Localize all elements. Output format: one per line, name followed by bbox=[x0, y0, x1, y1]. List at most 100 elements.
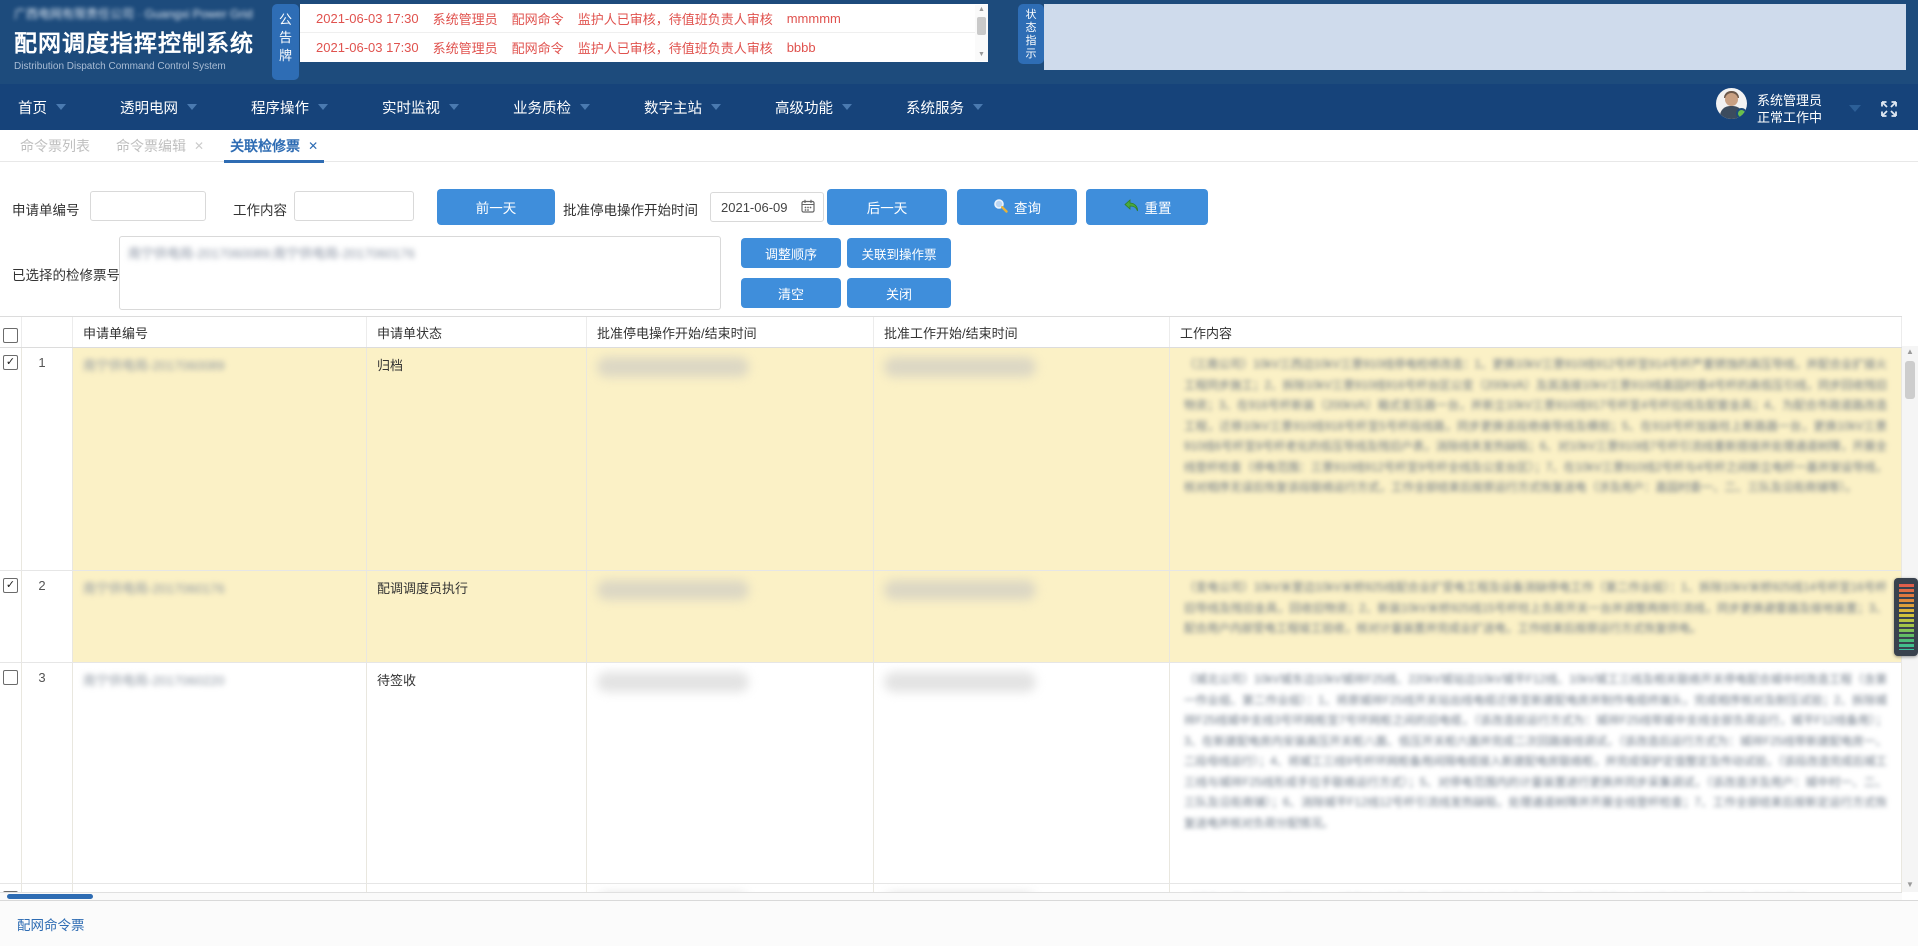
next-day-button[interactable]: 后一天 bbox=[827, 189, 947, 225]
cell-request-no: 南宁供电局-2017060089 bbox=[73, 348, 367, 570]
selected-tickets-textarea[interactable]: 南宁供电局-2017060089;南宁供电局-2017060176 bbox=[119, 236, 721, 310]
table-header-row: 申请单编号申请单状态批准停电操作开始/结束时间批准工作开始/结束时间工作内容 bbox=[0, 317, 1902, 348]
tab-命令票列表[interactable]: 命令票列表 bbox=[20, 130, 90, 162]
horizontal-scroll-thumb[interactable] bbox=[7, 894, 93, 899]
announcement-status: 监护人已审核，待值班负责人审核 bbox=[578, 9, 773, 28]
reset-button-label: 重置 bbox=[1145, 197, 1172, 217]
cell-outage-time bbox=[587, 663, 874, 883]
announcement-scrollbar[interactable]: ▲ ▼ bbox=[975, 5, 988, 61]
row-checkbox-cell: ✓ bbox=[0, 348, 22, 570]
user-avatar[interactable] bbox=[1716, 88, 1747, 119]
user-status: 正常工作中 bbox=[1757, 109, 1822, 126]
tab-关联检修票[interactable]: 关联检修票 ✕ bbox=[230, 130, 318, 162]
chevron-down-icon bbox=[56, 104, 66, 110]
table-row-3[interactable]: 3南宁供电局-2017060220待签收（城北公司）10kV城东边10kV城祥F… bbox=[0, 663, 1902, 884]
request-no-text: 南宁供电局-2017060089 bbox=[83, 355, 356, 374]
request-no-text: 南宁供电局-2017060176 bbox=[83, 578, 356, 597]
cell-request-status: 待签收 bbox=[367, 663, 587, 883]
row-checkbox-cell: ✓ bbox=[0, 571, 22, 662]
query-button[interactable]: 查询 bbox=[957, 189, 1077, 225]
date-input[interactable]: 2021-06-09 bbox=[710, 192, 824, 222]
cell-work-content: （变电公司）10kV米里边10kV米桥925线配合业扩受电工程及设备消缺停电工作… bbox=[1170, 571, 1902, 662]
clear-button[interactable]: 清空 bbox=[741, 278, 841, 308]
user-menu-caret-icon[interactable] bbox=[1849, 105, 1861, 112]
header-cell-5: 工作内容 bbox=[1170, 317, 1902, 347]
nav-item-6[interactable]: 数字主站 bbox=[644, 97, 721, 118]
cell-request-status: 配调调度员执行 bbox=[367, 571, 587, 662]
announcement-note: mmmmm bbox=[787, 11, 841, 26]
announcement-type: 配网命令 bbox=[512, 9, 564, 28]
cell-work-content: （三南公司）10kV三西边10kV三景910线停电检修改造：1、更换10kV三景… bbox=[1170, 348, 1902, 570]
vertical-scroll-thumb[interactable] bbox=[1905, 361, 1915, 399]
approved-outage-start-label: 批准停电操作开始时间 bbox=[563, 199, 698, 219]
reset-button[interactable]: 重置 bbox=[1086, 189, 1208, 225]
row-checkbox[interactable]: ✓ bbox=[3, 578, 18, 593]
table-row-2[interactable]: ✓ 2 南宁供电局-2017060176 配调调度员执行 （变电公司）10kV米里边10… bbox=[0, 571, 1902, 663]
fullscreen-icon[interactable] bbox=[1879, 99, 1899, 119]
request-no-input[interactable] bbox=[90, 191, 206, 221]
footer-bar: 配网命令票 bbox=[0, 900, 1918, 946]
tab-label: 命令票列表 bbox=[20, 136, 90, 156]
link-to-operation-ticket-button[interactable]: 关联到操作票 bbox=[847, 238, 951, 268]
work-content-input[interactable] bbox=[294, 191, 414, 221]
tab-命令票编辑[interactable]: 命令票编辑✕ bbox=[116, 130, 204, 162]
announcement-user: 系统管理员 bbox=[433, 9, 498, 28]
work-content-label: 工作内容 bbox=[233, 199, 287, 219]
nav-item-label: 程序操作 bbox=[251, 97, 309, 118]
cell-request-status: 归档 bbox=[367, 348, 587, 570]
selected-tickets-value-blurred: 南宁供电局-2017060089;南宁供电局-2017060176 bbox=[128, 243, 712, 262]
nav-item-2[interactable]: 透明电网 bbox=[120, 97, 197, 118]
announcement-status: 监护人已审核，待值班负责人审核 bbox=[578, 38, 773, 57]
status-indicator-tab[interactable]: 状态指示 bbox=[1018, 4, 1044, 64]
date-value: 2021-06-09 bbox=[721, 200, 788, 215]
row-checkbox[interactable] bbox=[3, 670, 18, 685]
row-checkbox[interactable]: ✓ bbox=[3, 355, 18, 370]
row-number: 1 bbox=[22, 348, 73, 570]
nav-item-7[interactable]: 高级功能 bbox=[775, 97, 852, 118]
footer-link-dispatch-ticket[interactable]: 配网命令票 bbox=[17, 914, 85, 934]
redacted-time-blur bbox=[597, 357, 749, 377]
announcement-board: 2021-06-03 17:30 系统管理员配网命令监护人已审核，待值班负责人审核… bbox=[300, 4, 988, 62]
user-info[interactable]: 系统管理员 正常工作中 bbox=[1757, 92, 1822, 126]
close-icon[interactable]: ✕ bbox=[194, 139, 204, 153]
nav-item-label: 透明电网 bbox=[120, 97, 178, 118]
table-row-1[interactable]: ✓ 1 南宁供电局-2017060089 归档 （三南公司）10kV三西边10kV三景9… bbox=[0, 348, 1902, 571]
announcement-scroll-thumb[interactable] bbox=[977, 17, 986, 35]
cell-request-no: 南宁供电局-2017060176 bbox=[73, 571, 367, 662]
nav-item-label: 高级功能 bbox=[775, 97, 833, 118]
app-subtitle: Distribution Dispatch Command Control Sy… bbox=[14, 61, 264, 72]
tab-label: 关联检修票 bbox=[230, 136, 300, 156]
scroll-up-icon[interactable]: ▲ bbox=[975, 5, 988, 15]
scroll-down-icon[interactable]: ▼ bbox=[975, 50, 988, 60]
announcement-type: 配网命令 bbox=[512, 38, 564, 57]
announcement-item[interactable]: 2021-06-03 17:30 系统管理员配网命令监护人已审核，待值班负责人审核… bbox=[300, 4, 988, 32]
scroll-down-icon[interactable]: ▼ bbox=[1902, 879, 1918, 891]
nav-item-3[interactable]: 程序操作 bbox=[251, 97, 328, 118]
prev-day-button[interactable]: 前一天 bbox=[437, 189, 555, 225]
close-icon[interactable]: ✕ bbox=[308, 139, 318, 153]
announcement-time: 2021-06-03 17:30 bbox=[316, 11, 419, 26]
row-number: 2 bbox=[22, 571, 73, 662]
status-indicator-panel bbox=[1044, 4, 1906, 70]
cell-work-time bbox=[874, 663, 1170, 883]
maintenance-ticket-table: 申请单编号申请单状态批准停电操作开始/结束时间批准工作开始/结束时间工作内容 ✓… bbox=[0, 316, 1902, 893]
announcement-board-tab[interactable]: 公告牌 bbox=[272, 4, 299, 80]
nav-item-1[interactable]: 首页 bbox=[18, 97, 66, 118]
announcement-item[interactable]: 2021-06-03 17:30系统管理员配网命令监护人已审核，待值班负责人审核… bbox=[300, 32, 988, 61]
nav-item-5[interactable]: 业务质检 bbox=[513, 97, 590, 118]
cell-work-time bbox=[874, 348, 1170, 570]
chevron-down-icon bbox=[842, 104, 852, 110]
select-all-checkbox[interactable] bbox=[3, 328, 18, 343]
adjust-order-button[interactable]: 调整顺序 bbox=[741, 238, 841, 268]
calendar-icon[interactable] bbox=[801, 199, 815, 216]
nav-item-8[interactable]: 系统服务 bbox=[906, 97, 983, 118]
close-button[interactable]: 关闭 bbox=[847, 278, 951, 308]
nav-item-4[interactable]: 实时监视 bbox=[382, 97, 459, 118]
redacted-time-blur bbox=[884, 672, 1036, 692]
app-title: 配网调度指挥控制系统 bbox=[14, 24, 264, 58]
color-legend-widget[interactable] bbox=[1894, 578, 1918, 656]
work-content-text-blurred: （变电公司）10kV米里边10kV米桥925线配合业扩受电工程及设备消缺停电工作… bbox=[1180, 578, 1891, 640]
reset-arrow-icon bbox=[1123, 199, 1139, 216]
announcement-time: 2021-06-03 17:30 bbox=[316, 40, 419, 55]
scroll-up-icon[interactable]: ▲ bbox=[1902, 346, 1918, 358]
